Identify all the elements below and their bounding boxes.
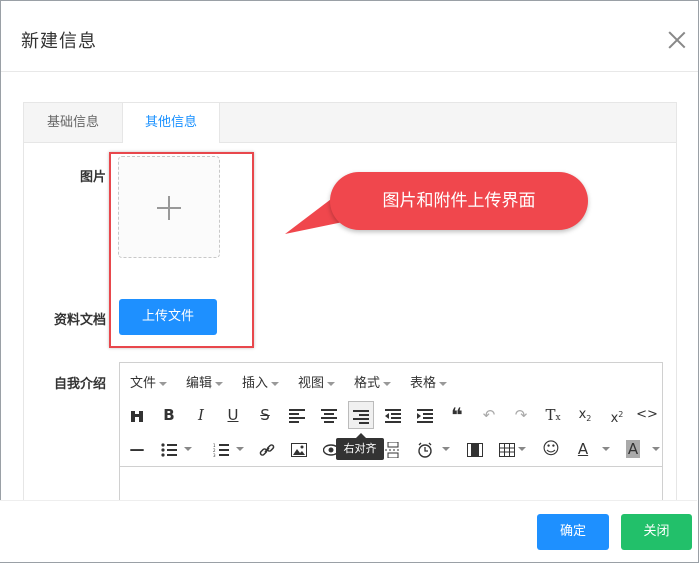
background-color-caret[interactable] — [652, 447, 660, 451]
indent-icon[interactable] — [412, 401, 438, 429]
bullet-list-caret[interactable] — [184, 447, 192, 451]
clear-format-icon[interactable]: Tx — [540, 401, 566, 429]
modal-title: 新建信息 — [21, 31, 97, 52]
annotation-callout: 图片和附件上传界面 — [330, 172, 588, 230]
intro-label: 自我介绍 — [53, 377, 106, 392]
outdent-icon[interactable] — [380, 401, 406, 429]
confirm-button[interactable]: 确定 — [537, 514, 609, 550]
table-icon[interactable] — [494, 435, 520, 463]
clock-icon[interactable] — [412, 435, 438, 463]
svg-text:3: 3 — [213, 453, 216, 457]
menu-edit[interactable]: 编辑 — [186, 372, 224, 391]
menu-table[interactable]: 表格 — [410, 372, 448, 391]
menu-insert[interactable]: 插入 — [242, 372, 280, 391]
blockquote-icon[interactable]: ❝ — [444, 401, 470, 429]
menu-view[interactable]: 视图 — [298, 372, 336, 391]
tab-basic-info[interactable]: 基础信息 — [24, 103, 122, 143]
binoculars-icon[interactable] — [124, 401, 150, 429]
rich-text-editor: 文件 编辑 插入 视图 格式 表格 B I U S ❝ ↶ ↷ Tx x2 x2… — [119, 362, 663, 504]
numbered-list-caret[interactable] — [236, 447, 244, 451]
editor-menubar: 文件 编辑 插入 视图 格式 表格 — [120, 363, 662, 397]
menu-file[interactable]: 文件 — [130, 372, 168, 391]
doc-label: 资料文档 — [53, 313, 106, 328]
close-button[interactable]: 关闭 — [621, 514, 692, 550]
align-left-icon[interactable] — [284, 401, 310, 429]
strikethrough-icon[interactable]: S — [252, 401, 278, 429]
table-caret[interactable] — [518, 447, 526, 451]
code-icon[interactable]: <> — [634, 401, 660, 429]
link-icon[interactable] — [254, 435, 280, 463]
background-color-icon[interactable]: A — [620, 435, 646, 463]
italic-icon[interactable]: I — [188, 401, 214, 429]
redo-icon[interactable]: ↷ — [508, 401, 534, 429]
image-icon[interactable] — [286, 435, 312, 463]
annotation-highlight-box — [109, 152, 254, 348]
underline-icon[interactable]: U — [220, 401, 246, 429]
numbered-list-icon[interactable]: 123 — [208, 435, 234, 463]
modal-header: 新建信息 — [1, 1, 698, 72]
bullet-list-icon[interactable] — [156, 435, 182, 463]
tab-bar: 基础信息 其他信息 — [24, 103, 676, 143]
align-right-icon[interactable] — [348, 401, 374, 429]
media-icon[interactable] — [462, 435, 488, 463]
text-color-icon[interactable]: A — [570, 435, 596, 463]
tooltip: 右对齐 — [336, 438, 384, 460]
editor-toolbar-row-2: — 123 ☺ A A — [120, 435, 662, 467]
bold-icon[interactable]: B — [156, 401, 182, 429]
undo-icon[interactable]: ↶ — [476, 401, 502, 429]
close-icon[interactable] — [668, 31, 686, 49]
horizontal-rule-icon[interactable]: — — [124, 435, 150, 463]
subscript-icon[interactable]: x2 — [572, 401, 598, 429]
text-color-caret[interactable] — [602, 447, 610, 451]
superscript-icon[interactable]: x2 — [604, 401, 630, 429]
menu-format[interactable]: 格式 — [354, 372, 392, 391]
tab-other-info[interactable]: 其他信息 — [122, 103, 220, 143]
align-center-icon[interactable] — [316, 401, 342, 429]
editor-toolbar-row-1: B I U S ❝ ↶ ↷ Tx x2 x2 <> — [120, 401, 662, 433]
datetime-caret[interactable] — [442, 447, 450, 451]
emoji-icon[interactable]: ☺ — [538, 435, 564, 463]
image-label: 图片 — [79, 170, 106, 185]
editor-content-area[interactable] — [120, 466, 662, 504]
